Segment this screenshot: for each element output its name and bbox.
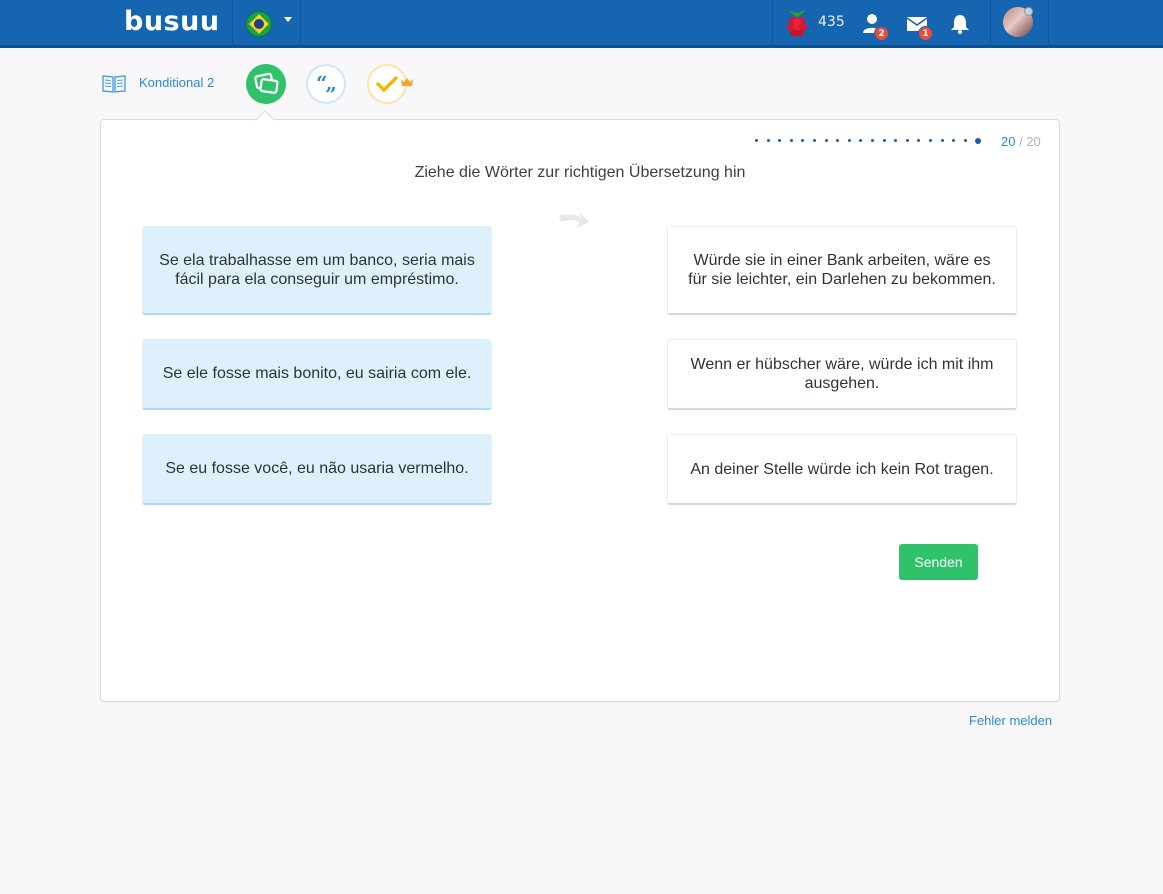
progress-dot <box>848 139 851 142</box>
progress-dot <box>825 139 828 142</box>
progress-dot <box>894 139 897 142</box>
progress-dot <box>836 139 839 142</box>
progress-dot <box>929 139 932 142</box>
progress-dot <box>906 139 909 142</box>
step-flashcards[interactable] <box>246 64 286 104</box>
drag-arrow-icon <box>559 212 589 228</box>
target-translation-tile[interactable]: An deiner Stelle würde ich kein Rot trag… <box>667 434 1017 505</box>
lesson-title[interactable]: Konditional 2 <box>139 75 214 90</box>
progress-dot <box>755 139 758 142</box>
step-dialogue[interactable]: “„ <box>306 64 346 104</box>
top-navigation-bar: busuu 435 2 1 <box>0 0 1163 48</box>
submit-button[interactable]: Senden <box>899 544 978 580</box>
progress-dot <box>790 139 793 142</box>
progress-dot <box>767 139 770 142</box>
source-phrase-tile[interactable]: Se eu fosse você, eu não usaria vermelho… <box>142 434 492 505</box>
progress-dot <box>917 139 920 142</box>
divider <box>990 0 991 48</box>
progress-total: 20 <box>1026 134 1041 149</box>
source-phrase-tile[interactable]: Se ele fosse mais bonito, eu sairia com … <box>142 339 492 410</box>
language-switcher[interactable] <box>246 11 296 37</box>
progress-dot <box>883 139 886 142</box>
busuu-logo[interactable]: busuu <box>124 6 220 37</box>
divider <box>232 0 233 48</box>
progress-dots <box>755 138 995 144</box>
quote-icon: “„ <box>316 71 337 95</box>
points-count: 435 <box>818 14 845 30</box>
progress-dot <box>941 139 944 142</box>
brazil-flag-icon <box>246 11 272 37</box>
book-icon <box>102 75 126 93</box>
progress-dot <box>952 139 955 142</box>
lesson-navigation: Konditional 2 “„ <box>100 62 500 106</box>
status-dot <box>1024 7 1033 16</box>
progress-dot <box>871 139 874 142</box>
progress-current: 20 <box>1001 134 1016 149</box>
progress-dot <box>778 139 781 142</box>
progress-dot <box>859 139 862 142</box>
divider <box>772 0 773 48</box>
progress-dot <box>964 139 967 142</box>
progress-separator: / <box>1015 134 1027 149</box>
report-error-link[interactable]: Fehler melden <box>969 713 1052 728</box>
chevron-down-icon <box>284 17 292 22</box>
progress-dot <box>801 139 804 142</box>
exercise-instruction: Ziehe die Wörter zur richtigen Übersetzu… <box>414 164 746 181</box>
friends-badge: 2 <box>874 26 889 41</box>
source-phrase-tile[interactable]: Se ela trabalhasse em um banco, seria ma… <box>142 226 492 315</box>
divider <box>300 0 301 48</box>
target-translation-tile[interactable]: Wenn er hübscher wäre, würde ich mit ihm… <box>667 339 1017 410</box>
divider <box>1048 0 1049 48</box>
crown-icon <box>401 78 413 86</box>
flashcards-icon <box>254 72 279 94</box>
raspberry-icon <box>787 10 807 37</box>
bell-icon[interactable] <box>948 12 974 36</box>
target-translation-tile[interactable]: Würde sie in einer Bank arbeiten, wäre e… <box>667 226 1017 315</box>
progress-dot-current <box>975 138 981 144</box>
progress-counter: 20 / 20 <box>1001 134 1041 149</box>
messages-badge: 1 <box>918 26 933 41</box>
exercise-card: 20 / 20 Ziehe die Wörter zur richtigen Ü… <box>100 119 1060 702</box>
progress-dot <box>813 139 816 142</box>
